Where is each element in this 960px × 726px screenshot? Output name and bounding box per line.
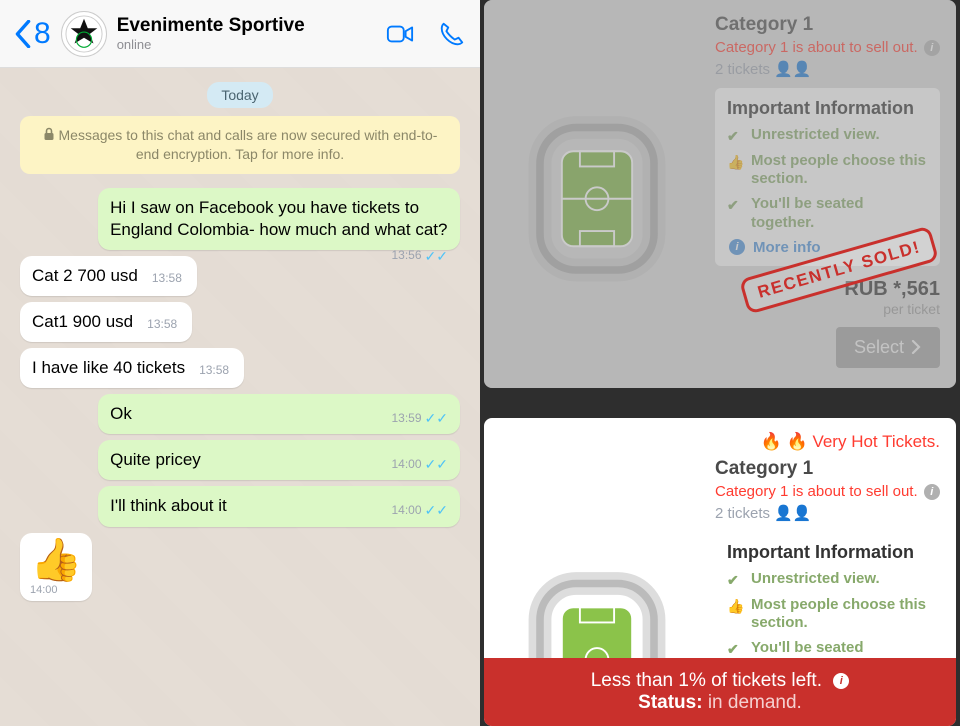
read-receipt-icon: ✓✓ — [425, 409, 448, 427]
info-icon[interactable]: i — [924, 40, 940, 56]
message-bubble[interactable]: Cat1 900 usd 13:58 — [20, 302, 192, 342]
message-meta: 14:00✓✓ — [392, 455, 449, 473]
category-label: Category 1 — [715, 14, 940, 36]
chevron-right-icon — [910, 340, 922, 354]
info-item: ✔Unrestricted view. — [727, 126, 928, 146]
info-item: ✔Unrestricted view. — [727, 570, 928, 590]
ticket-count: 2 tickets 👤👤 — [715, 60, 940, 78]
thumbs-up-icon: 👍 — [727, 154, 743, 172]
message-bubble[interactable]: Quite pricey 14:00✓✓ — [98, 440, 460, 480]
info-icon: i — [729, 239, 745, 255]
hot-tickets-label: 🔥 🔥 Very Hot Tickets. — [715, 432, 940, 452]
select-button[interactable]: Select — [836, 327, 940, 368]
message-time: 13:58 — [199, 363, 229, 379]
chat-status: online — [117, 37, 386, 52]
chat-header: 8 Evenimente Sportive online — [0, 0, 480, 68]
message-meta: 13:58 — [152, 271, 185, 287]
status-value: in demand. — [708, 692, 802, 713]
video-call-icon[interactable] — [386, 20, 414, 48]
thumbs-up-emoji: 👍 — [30, 536, 82, 583]
message-time: 13:58 — [152, 271, 182, 287]
message-bubble[interactable]: I'll think about it 14:00✓✓ — [98, 486, 460, 526]
message-meta: 13:58 — [147, 317, 180, 333]
check-icon: ✔ — [727, 128, 743, 146]
message-meta: 13:59✓✓ — [392, 409, 449, 427]
message-text: Hi I saw on Facebook you have tickets to… — [110, 198, 447, 239]
message-bubble[interactable]: Cat 2 700 usd 13:58 — [20, 256, 197, 296]
message-time: 13:56 — [392, 248, 422, 264]
ticket-card-top[interactable]: Category 1 Category 1 is about to sell o… — [484, 0, 956, 388]
read-receipt-icon: ✓✓ — [425, 501, 448, 519]
sellout-warning: Category 1 is about to sell out. i — [715, 38, 940, 58]
message-bubble[interactable]: Hi I saw on Facebook you have tickets to… — [98, 188, 460, 250]
chevron-left-icon — [14, 20, 32, 48]
chat-title: Evenimente Sportive — [117, 15, 386, 37]
date-divider: Today — [207, 82, 272, 108]
ticket-count: 2 tickets 👤👤 — [715, 504, 940, 522]
message-text: Ok — [110, 404, 132, 423]
important-box: Important Information ✔Unrestricted view… — [715, 532, 940, 675]
message-text: I have like 40 tickets — [32, 358, 185, 377]
check-icon: ✔ — [727, 197, 743, 215]
info-icon[interactable]: i — [833, 673, 849, 689]
demand-banner: Less than 1% of tickets left. i Status: … — [484, 658, 956, 726]
message-time: 14:00 — [30, 583, 82, 597]
messages-area[interactable]: Today Messages to this chat and calls ar… — [0, 68, 480, 726]
encryption-notice[interactable]: Messages to this chat and calls are now … — [20, 116, 460, 174]
message-meta: 13:56✓✓ — [392, 247, 449, 265]
message-meta: 13:58 — [199, 363, 232, 379]
check-icon: ✔ — [727, 572, 743, 590]
header-actions — [386, 20, 466, 48]
message-meta: 14:00✓✓ — [392, 501, 449, 519]
read-receipt-icon: ✓✓ — [425, 455, 448, 473]
info-item: 👍Most people choose this section. — [727, 596, 928, 634]
avatar-logo-icon — [65, 15, 103, 53]
status-label: Status: — [638, 692, 702, 713]
message-text: Cat1 900 usd — [32, 312, 133, 331]
message-time: 14:00 — [392, 457, 422, 473]
back-count: 8 — [34, 17, 51, 51]
important-title: Important Information — [727, 542, 928, 563]
lock-icon — [43, 127, 55, 141]
message-time: 13:59 — [392, 411, 422, 427]
stadium-icon — [502, 80, 692, 308]
contact-avatar[interactable] — [61, 11, 107, 57]
message-text: Cat 2 700 usd — [32, 266, 138, 285]
thumb-message[interactable]: 👍 14:00 — [20, 533, 92, 601]
check-icon: ✔ — [727, 641, 743, 659]
message-time: 13:58 — [147, 317, 177, 333]
category-label: Category 1 — [715, 458, 940, 480]
info-icon[interactable]: i — [924, 484, 940, 500]
info-item: ✔You'll be seated together. — [727, 195, 928, 233]
back-button[interactable]: 8 — [14, 17, 51, 51]
message-bubble[interactable]: I have like 40 tickets 13:58 — [20, 348, 244, 388]
message-text: Quite pricey — [110, 450, 201, 469]
chat-title-block[interactable]: Evenimente Sportive online — [117, 15, 386, 52]
voice-call-icon[interactable] — [438, 20, 466, 48]
info-item: ✔You'll be seated — [727, 639, 928, 659]
banner-line1: Less than 1% of tickets left. — [591, 670, 822, 691]
thumbs-up-icon: 👍 — [727, 598, 743, 616]
ticket-card-bottom[interactable]: 🔥 🔥 Very Hot Tickets. Category 1 Categor… — [484, 418, 956, 726]
ticket-panel: Category 1 Category 1 is about to sell o… — [480, 0, 960, 726]
stadium-map[interactable] — [484, 0, 709, 388]
message-bubble[interactable]: Ok 13:59✓✓ — [98, 394, 460, 434]
important-title: Important Information — [727, 98, 928, 119]
sellout-warning: Category 1 is about to sell out. i — [715, 482, 940, 502]
ticket-info-top: Category 1 Category 1 is about to sell o… — [709, 0, 956, 388]
info-item: 👍Most people choose this section. — [727, 152, 928, 190]
message-text: I'll think about it — [110, 496, 227, 515]
message-time: 14:00 — [392, 503, 422, 519]
chat-panel: 8 Evenimente Sportive online Today Messa… — [0, 0, 480, 726]
read-receipt-icon: ✓✓ — [425, 247, 448, 265]
